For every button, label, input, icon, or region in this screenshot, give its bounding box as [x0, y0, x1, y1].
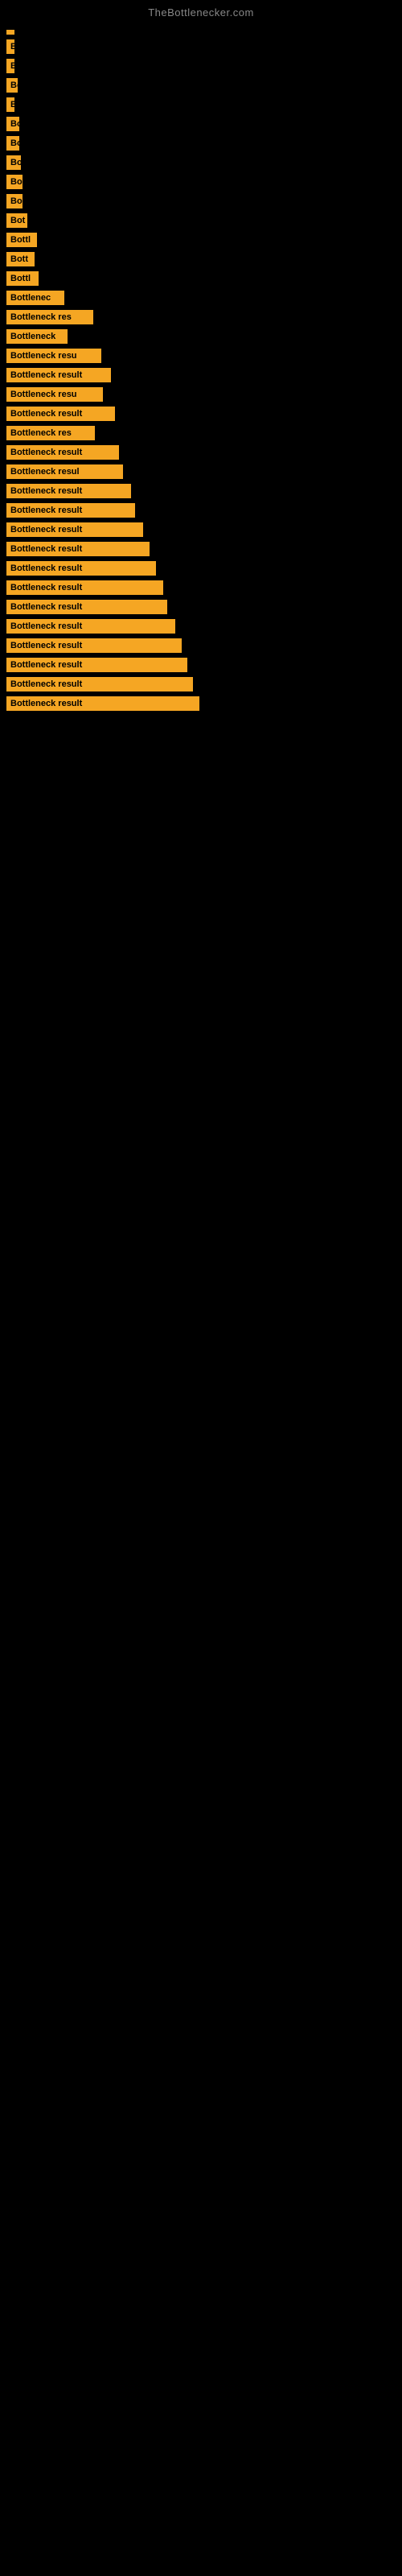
- bar-row: Bottleneck res: [6, 310, 402, 324]
- bar-label: Bot: [6, 213, 27, 228]
- bar-row: Bottleneck result: [6, 696, 402, 711]
- bar-label: Bottleneck res: [6, 310, 93, 324]
- bar-label: [6, 30, 14, 35]
- bar-row: Bottleneck result: [6, 619, 402, 634]
- bar-label: Bottleneck result: [6, 619, 175, 634]
- bar-row: Bottleneck resu: [6, 387, 402, 402]
- bar-label: Bo: [6, 175, 23, 189]
- bar-row: Bottl: [6, 233, 402, 247]
- bar-row: Bottleneck result: [6, 368, 402, 382]
- bar-label: Bottleneck result: [6, 638, 182, 653]
- bar-label: Bo: [6, 117, 19, 131]
- bar-row: Bottleneck resul: [6, 464, 402, 479]
- bar-row: B: [6, 39, 402, 54]
- bar-label: Bottleneck resu: [6, 387, 103, 402]
- bars-container: BBBoBBoBoBoBoBoBotBottlBottBottlBottlene…: [0, 22, 402, 724]
- bar-label: Bottleneck result: [6, 445, 119, 460]
- bar-label: Bottleneck: [6, 329, 68, 344]
- bar-row: Bottleneck result: [6, 600, 402, 614]
- bar-row: Bottleneck result: [6, 638, 402, 653]
- bar-row: Bottleneck result: [6, 522, 402, 537]
- bar-label: Bo: [6, 194, 23, 208]
- bar-row: Bottleneck result: [6, 503, 402, 518]
- bar-label: Bottleneck result: [6, 522, 143, 537]
- bar-row: Bottleneck result: [6, 407, 402, 421]
- bar-row: Bottleneck result: [6, 484, 402, 498]
- bar-row: Bo: [6, 136, 402, 151]
- bar-row: Bottleneck result: [6, 658, 402, 672]
- bar-label: B: [6, 59, 14, 73]
- bar-row: Bo: [6, 194, 402, 208]
- bar-label: Bo: [6, 155, 21, 170]
- bar-label: Bottleneck result: [6, 368, 111, 382]
- bar-label: Bottleneck result: [6, 503, 135, 518]
- bar-label: Bottleneck result: [6, 407, 115, 421]
- bar-label: Bottleneck res: [6, 426, 95, 440]
- bar-label: Bottleneck result: [6, 677, 193, 691]
- bar-label: Bottlenec: [6, 291, 64, 305]
- bar-label: Bottleneck result: [6, 658, 187, 672]
- bar-row: Bottleneck res: [6, 426, 402, 440]
- bar-row: Bottlenec: [6, 291, 402, 305]
- bar-row: Bot: [6, 213, 402, 228]
- bar-row: Bo: [6, 175, 402, 189]
- bar-row: Bott: [6, 252, 402, 266]
- site-title: TheBottlenecker.com: [0, 0, 402, 22]
- bar-row: B: [6, 59, 402, 73]
- bar-row: Bottleneck result: [6, 580, 402, 595]
- bar-row: Bottleneck: [6, 329, 402, 344]
- bar-label: Bottleneck result: [6, 600, 167, 614]
- bar-label: Bottleneck resu: [6, 349, 101, 363]
- bar-row: Bottleneck result: [6, 542, 402, 556]
- bar-row: B: [6, 97, 402, 112]
- bar-label: B: [6, 39, 14, 54]
- bar-label: Bottleneck result: [6, 696, 199, 711]
- bar-label: Bottl: [6, 233, 37, 247]
- bar-row: Bo: [6, 117, 402, 131]
- bar-row: Bo: [6, 78, 402, 93]
- bar-label: Bott: [6, 252, 35, 266]
- bar-label: Bottl: [6, 271, 39, 286]
- bar-label: Bo: [6, 78, 18, 93]
- bar-label: Bottleneck resul: [6, 464, 123, 479]
- bar-label: Bottleneck result: [6, 580, 163, 595]
- bar-row: Bottleneck result: [6, 561, 402, 576]
- bar-label: Bottleneck result: [6, 484, 131, 498]
- bar-label: Bottleneck result: [6, 542, 150, 556]
- bar-row: Bottl: [6, 271, 402, 286]
- bar-label: Bottleneck result: [6, 561, 156, 576]
- bar-row: Bo: [6, 155, 402, 170]
- bar-row: [6, 30, 402, 35]
- bar-row: Bottleneck result: [6, 445, 402, 460]
- bar-label: Bo: [6, 136, 19, 151]
- bar-row: Bottleneck resu: [6, 349, 402, 363]
- bar-row: Bottleneck result: [6, 677, 402, 691]
- bar-label: B: [6, 97, 14, 112]
